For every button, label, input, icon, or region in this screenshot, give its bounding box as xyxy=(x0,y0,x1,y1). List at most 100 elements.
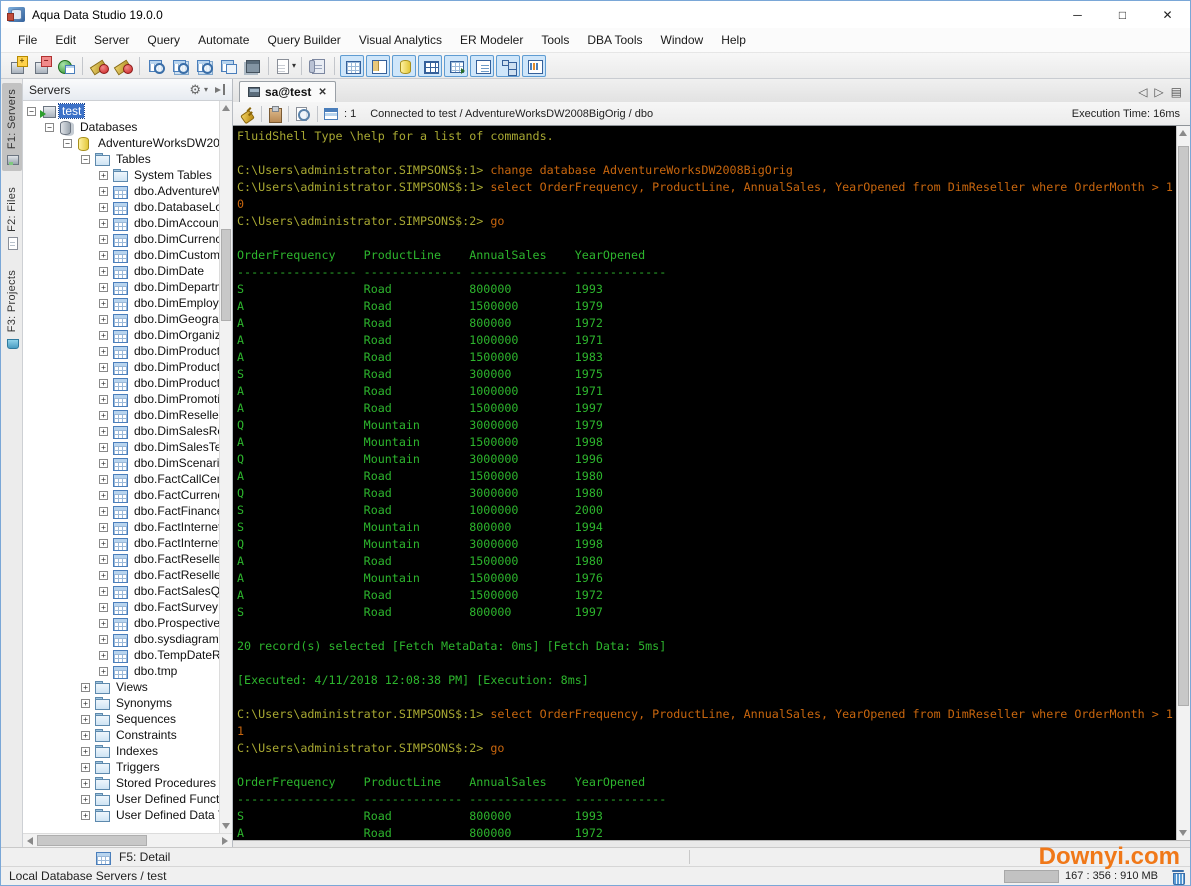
tree-node-tables[interactable]: −Tables xyxy=(23,151,219,167)
menu-er-modeler[interactable]: ER Modeler xyxy=(451,30,532,50)
tree-node-dbo-dimcustomer[interactable]: +dbo.DimCustomer xyxy=(23,247,219,263)
tab-sa-test[interactable]: sa@test ✕ xyxy=(239,81,336,102)
tree-node-dbo-dimsalesrea[interactable]: +dbo.DimSalesRea xyxy=(23,423,219,439)
server-add-button[interactable] xyxy=(6,55,30,77)
menu-file[interactable]: File xyxy=(9,30,46,50)
scroll-down-icon[interactable] xyxy=(1179,830,1187,836)
expand-expander-icon[interactable]: + xyxy=(99,587,108,596)
tree-node-dbo-sysdiagrams[interactable]: +dbo.sysdiagrams xyxy=(23,631,219,647)
tree-node-user-defined-function[interactable]: +User Defined Function xyxy=(23,791,219,807)
tab-scroll-left-icon[interactable]: ◁ xyxy=(1138,85,1147,99)
tree-node-synonyms[interactable]: +Synonyms xyxy=(23,695,219,711)
pivot-view-button[interactable] xyxy=(444,55,468,77)
new-document-button[interactable]: ▾ xyxy=(273,55,297,77)
menu-edit[interactable]: Edit xyxy=(46,30,85,50)
scroll-up-icon[interactable] xyxy=(1179,130,1187,136)
scrollbar-thumb[interactable] xyxy=(1178,146,1189,706)
connection-plug-icon[interactable] xyxy=(239,106,255,122)
expand-expander-icon[interactable]: + xyxy=(99,555,108,564)
expand-expander-icon[interactable]: + xyxy=(99,427,108,436)
tab-scroll-right-icon[interactable]: ▷ xyxy=(1154,85,1163,99)
tree-node-dbo-factcurrenc[interactable]: +dbo.FactCurrenc xyxy=(23,487,219,503)
tree-node-dbo-factreseller[interactable]: +dbo.FactReseller xyxy=(23,567,219,583)
maximize-button[interactable]: □ xyxy=(1100,1,1145,28)
expand-expander-icon[interactable]: + xyxy=(99,235,108,244)
scrollbar-thumb[interactable] xyxy=(221,229,231,321)
expand-expander-icon[interactable]: + xyxy=(99,347,108,356)
grid-view-button[interactable] xyxy=(340,55,364,77)
expand-expander-icon[interactable]: + xyxy=(99,667,108,676)
tree-node-databases[interactable]: −Databases xyxy=(23,119,219,135)
tree-node-test[interactable]: −test xyxy=(23,103,219,119)
search-results-icon[interactable] xyxy=(295,106,311,122)
dock-tab-f2-files[interactable]: F2: Files xyxy=(2,181,22,254)
menu-automate[interactable]: Automate xyxy=(189,30,258,50)
expand-expander-icon[interactable]: + xyxy=(81,683,90,692)
expand-expander-icon[interactable]: + xyxy=(81,795,90,804)
collapse-expander-icon[interactable]: − xyxy=(63,139,72,148)
expand-expander-icon[interactable]: + xyxy=(99,283,108,292)
tree-node-constraints[interactable]: +Constraints xyxy=(23,727,219,743)
menu-query[interactable]: Query xyxy=(138,30,189,50)
tree-node-dbo-dimcurrency[interactable]: +dbo.DimCurrency xyxy=(23,231,219,247)
disconnect-alt-button[interactable] xyxy=(111,55,135,77)
menu-help[interactable]: Help xyxy=(712,30,755,50)
expand-expander-icon[interactable]: + xyxy=(81,811,90,820)
chart-view-button[interactable] xyxy=(522,55,546,77)
expand-expander-icon[interactable]: + xyxy=(99,171,108,180)
query-multi-button[interactable] xyxy=(192,55,216,77)
tree-node-dbo-factreseller[interactable]: +dbo.FactReseller xyxy=(23,551,219,567)
tree-node-adventureworksdw2008[interactable]: −AdventureWorksDW2008 xyxy=(23,135,219,151)
tree-node-sequences[interactable]: +Sequences xyxy=(23,711,219,727)
expand-expander-icon[interactable]: + xyxy=(99,491,108,500)
expand-expander-icon[interactable]: + xyxy=(99,395,108,404)
tree-node-dbo-factcallcent[interactable]: +dbo.FactCallCent xyxy=(23,471,219,487)
expand-expander-icon[interactable]: + xyxy=(99,539,108,548)
tree-node-user-defined-data-ty[interactable]: +User Defined Data Ty xyxy=(23,807,219,823)
tables-dark-button[interactable] xyxy=(240,55,264,77)
expand-expander-icon[interactable]: + xyxy=(99,603,108,612)
sidebar-horizontal-scrollbar[interactable] xyxy=(23,833,232,847)
tree-node-stored-procedures[interactable]: +Stored Procedures xyxy=(23,775,219,791)
menu-query-builder[interactable]: Query Builder xyxy=(258,30,349,50)
tree-node-dbo-factinternet[interactable]: +dbo.FactInternet xyxy=(23,519,219,535)
expand-expander-icon[interactable]: + xyxy=(99,187,108,196)
expand-expander-icon[interactable]: + xyxy=(81,731,90,740)
tree-node-dbo-dimgeograph[interactable]: +dbo.DimGeograph xyxy=(23,311,219,327)
table-view-button[interactable] xyxy=(418,55,442,77)
menu-tools[interactable]: Tools xyxy=(532,30,578,50)
server-remove-button[interactable] xyxy=(30,55,54,77)
tree-node-dbo-dimscenario[interactable]: +dbo.DimScenario xyxy=(23,455,219,471)
query-window-button[interactable] xyxy=(216,55,240,77)
expand-expander-icon[interactable]: + xyxy=(99,475,108,484)
tab-close-icon[interactable]: ✕ xyxy=(318,87,326,98)
tree-node-dbo-factsurveyr[interactable]: +dbo.FactSurveyR xyxy=(23,599,219,615)
org-view-button[interactable] xyxy=(496,55,520,77)
expand-expander-icon[interactable]: + xyxy=(99,299,108,308)
expand-expander-icon[interactable]: + xyxy=(81,699,90,708)
tree-node-dbo-dimorganiza[interactable]: +dbo.DimOrganiza xyxy=(23,327,219,343)
expand-expander-icon[interactable]: + xyxy=(99,443,108,452)
gear-caret-icon[interactable]: ▾ xyxy=(204,85,208,94)
minimize-button[interactable]: ─ xyxy=(1055,1,1100,28)
close-button[interactable]: ✕ xyxy=(1145,1,1190,28)
dock-tab-f3-projects[interactable]: F3: Projects xyxy=(2,264,22,354)
expand-expander-icon[interactable]: + xyxy=(99,507,108,516)
tree-node-indexes[interactable]: +Indexes xyxy=(23,743,219,759)
query-results-button[interactable] xyxy=(168,55,192,77)
tree-node-dbo-dimproductc[interactable]: +dbo.DimProductC xyxy=(23,359,219,375)
dock-tab-f1-servers[interactable]: F1: Servers xyxy=(2,83,22,171)
tree-node-dbo-factfinance[interactable]: +dbo.FactFinance xyxy=(23,503,219,519)
expand-expander-icon[interactable]: + xyxy=(81,747,90,756)
scroll-down-icon[interactable] xyxy=(222,823,230,829)
list-view-button[interactable] xyxy=(470,55,494,77)
tree-node-dbo-dimproducts[interactable]: +dbo.DimProductS xyxy=(23,375,219,391)
paste-clipboard-icon[interactable] xyxy=(268,106,282,122)
expand-expander-icon[interactable]: + xyxy=(99,635,108,644)
expand-expander-icon[interactable]: + xyxy=(99,651,108,660)
expand-expander-icon[interactable]: + xyxy=(99,379,108,388)
expand-expander-icon[interactable]: + xyxy=(99,459,108,468)
tree-node-dbo-dimsalesterr[interactable]: +dbo.DimSalesTerr xyxy=(23,439,219,455)
tree-node-dbo-dimdate[interactable]: +dbo.DimDate xyxy=(23,263,219,279)
window-icon[interactable] xyxy=(324,108,338,120)
